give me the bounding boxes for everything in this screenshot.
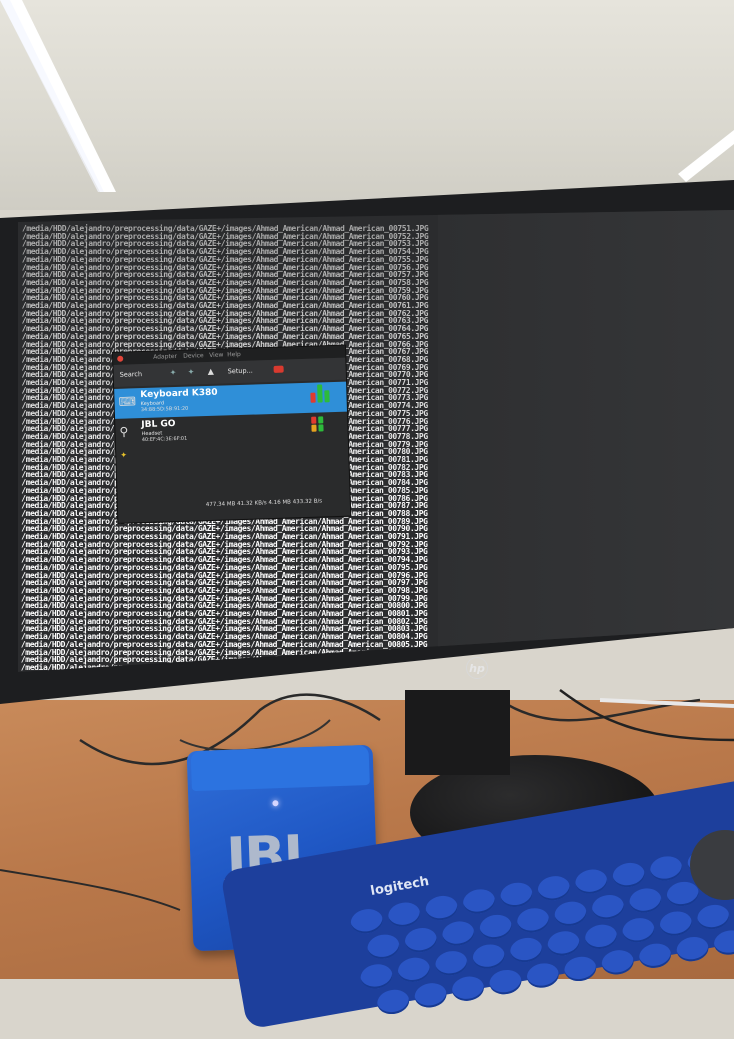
key[interactable] bbox=[477, 912, 514, 942]
key[interactable] bbox=[610, 860, 647, 890]
key[interactable] bbox=[552, 899, 589, 929]
keyboard-icon: ⌨ bbox=[118, 394, 137, 409]
speaker-top bbox=[190, 744, 370, 792]
key[interactable] bbox=[412, 980, 449, 1010]
key[interactable] bbox=[403, 925, 439, 955]
key[interactable] bbox=[658, 909, 694, 939]
signal-bar-icon bbox=[310, 392, 316, 403]
key[interactable] bbox=[695, 902, 732, 932]
key[interactable] bbox=[396, 955, 432, 985]
device-name: Keyboard K380 bbox=[140, 387, 218, 401]
key[interactable] bbox=[573, 867, 610, 897]
key[interactable] bbox=[375, 987, 412, 1017]
signal-bar-icon bbox=[318, 424, 324, 432]
menu-view[interactable]: View bbox=[209, 352, 223, 359]
signal-bar-icon bbox=[311, 416, 317, 424]
headset-icon: ⚲ bbox=[119, 424, 129, 439]
close-icon[interactable] bbox=[117, 355, 124, 362]
key[interactable] bbox=[515, 905, 551, 935]
star-icon: ✦ bbox=[120, 450, 128, 460]
key[interactable] bbox=[583, 922, 619, 952]
menu-adapter[interactable]: Adapter bbox=[153, 353, 177, 361]
signal-bar-icon bbox=[318, 416, 324, 424]
hp-logo: hp bbox=[466, 657, 488, 679]
key[interactable] bbox=[498, 880, 535, 910]
ceiling-light-right bbox=[678, 130, 734, 182]
key[interactable] bbox=[627, 885, 664, 916]
key[interactable] bbox=[358, 961, 395, 992]
speaker-led-icon bbox=[272, 800, 279, 807]
key[interactable] bbox=[590, 892, 626, 922]
key[interactable] bbox=[620, 915, 657, 945]
search-button[interactable]: Search bbox=[120, 370, 143, 379]
key[interactable] bbox=[440, 918, 477, 949]
key[interactable] bbox=[545, 928, 582, 959]
pair-icon[interactable]: ✦ bbox=[170, 368, 177, 377]
signal-bar-icon bbox=[324, 390, 330, 403]
ceiling-light-left bbox=[0, 0, 116, 192]
keyboard-brand: logitech bbox=[369, 873, 431, 900]
menu-device[interactable]: Device bbox=[183, 352, 204, 360]
key[interactable] bbox=[536, 873, 572, 903]
key[interactable] bbox=[450, 974, 486, 1004]
transfer-status: 477.34 MB 41.32 KB/s 4.16 MB 433.32 B/s bbox=[205, 498, 323, 509]
signal-bar-icon bbox=[311, 424, 317, 432]
key[interactable] bbox=[525, 960, 561, 991]
device-mac: 34:88:5D:5B:91:20 bbox=[140, 405, 189, 414]
menu-help[interactable]: Help bbox=[227, 351, 241, 358]
setup-button[interactable]: Setup... bbox=[228, 367, 253, 376]
key[interactable] bbox=[508, 935, 545, 965]
signal-bar-icon bbox=[317, 384, 323, 403]
disconnect-icon[interactable] bbox=[273, 365, 284, 373]
key[interactable] bbox=[365, 932, 402, 962]
key[interactable] bbox=[423, 893, 460, 923]
key[interactable] bbox=[461, 886, 497, 917]
trust-icon[interactable]: ✦ bbox=[188, 367, 195, 376]
monitor-stand-neck bbox=[405, 690, 510, 775]
device-row-headset[interactable]: ⚲ JBL GO Headset 40:EF:4C:3E:6F:01 bbox=[115, 412, 348, 449]
key[interactable] bbox=[487, 967, 524, 997]
key[interactable] bbox=[433, 948, 470, 978]
bluetooth-manager-window: Adapter Device View Help Search ✦ ✦ ▲ Se… bbox=[112, 344, 352, 524]
remove-icon[interactable]: ▲ bbox=[208, 367, 214, 376]
key[interactable] bbox=[348, 906, 385, 936]
device-mac: 40:EF:4C:3E:6F:01 bbox=[141, 435, 188, 444]
key[interactable] bbox=[470, 942, 507, 972]
key[interactable] bbox=[648, 853, 685, 884]
key[interactable] bbox=[386, 900, 423, 930]
desktop-background bbox=[438, 210, 734, 672]
device-name: JBL GO bbox=[141, 419, 176, 431]
